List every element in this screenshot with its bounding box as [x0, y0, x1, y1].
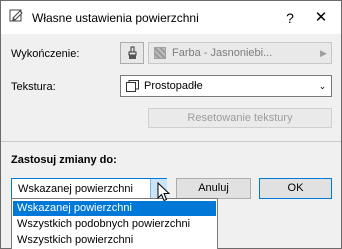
paint-brush-icon	[128, 46, 137, 59]
close-button[interactable]: ✕	[310, 7, 332, 29]
apply-to-label: Zastosuj zmiany do:	[11, 154, 117, 166]
texture-icon	[126, 80, 139, 92]
apply-to-dropdown-list: Wskazanej powierzchni Wszystkich podobny…	[11, 198, 218, 249]
surface-settings-icon	[9, 9, 23, 22]
help-button[interactable]: ?	[279, 7, 301, 29]
chevron-right-icon: ▶	[320, 48, 327, 58]
texture-select[interactable]: Prostopadłe ⌄	[120, 75, 332, 97]
material-swatch-icon	[154, 47, 166, 59]
cancel-button[interactable]: Anuluj	[176, 178, 251, 199]
ok-button[interactable]: OK	[259, 178, 332, 199]
paint-brush-button[interactable]	[120, 42, 144, 64]
title-bar: Własne ustawienia powierzchni ? ✕	[1, 1, 341, 34]
texture-value: Prostopadłe	[144, 80, 203, 92]
dropdown-option[interactable]: Wszystkich powierzchni	[13, 233, 216, 248]
chevron-down-icon: ⌄	[318, 81, 327, 91]
window-title: Własne ustawienia powierzchni	[32, 11, 199, 25]
texture-label: Tekstura:	[11, 81, 56, 93]
apply-to-value: Wskazanej powierzchni	[18, 183, 133, 195]
separator	[1, 141, 341, 142]
apply-to-select[interactable]: Wskazanej powierzchni ⌄	[11, 178, 167, 199]
finish-material-select[interactable]: Farba - Jasnoniebi... ▶	[148, 42, 332, 64]
mouse-cursor-icon	[157, 182, 170, 202]
finish-material-value: Farba - Jasnoniebi...	[172, 47, 273, 59]
dropdown-option[interactable]: Wszystkich podobnych powierzchni	[13, 217, 216, 232]
reset-texture-button[interactable]: Resetowanie tekstury	[148, 108, 332, 128]
dialog-window: Własne ustawienia powierzchni ? ✕ Wykońc…	[0, 0, 342, 249]
dropdown-option[interactable]: Wskazanej powierzchni	[13, 201, 216, 216]
finish-label: Wykończenie:	[11, 48, 80, 60]
